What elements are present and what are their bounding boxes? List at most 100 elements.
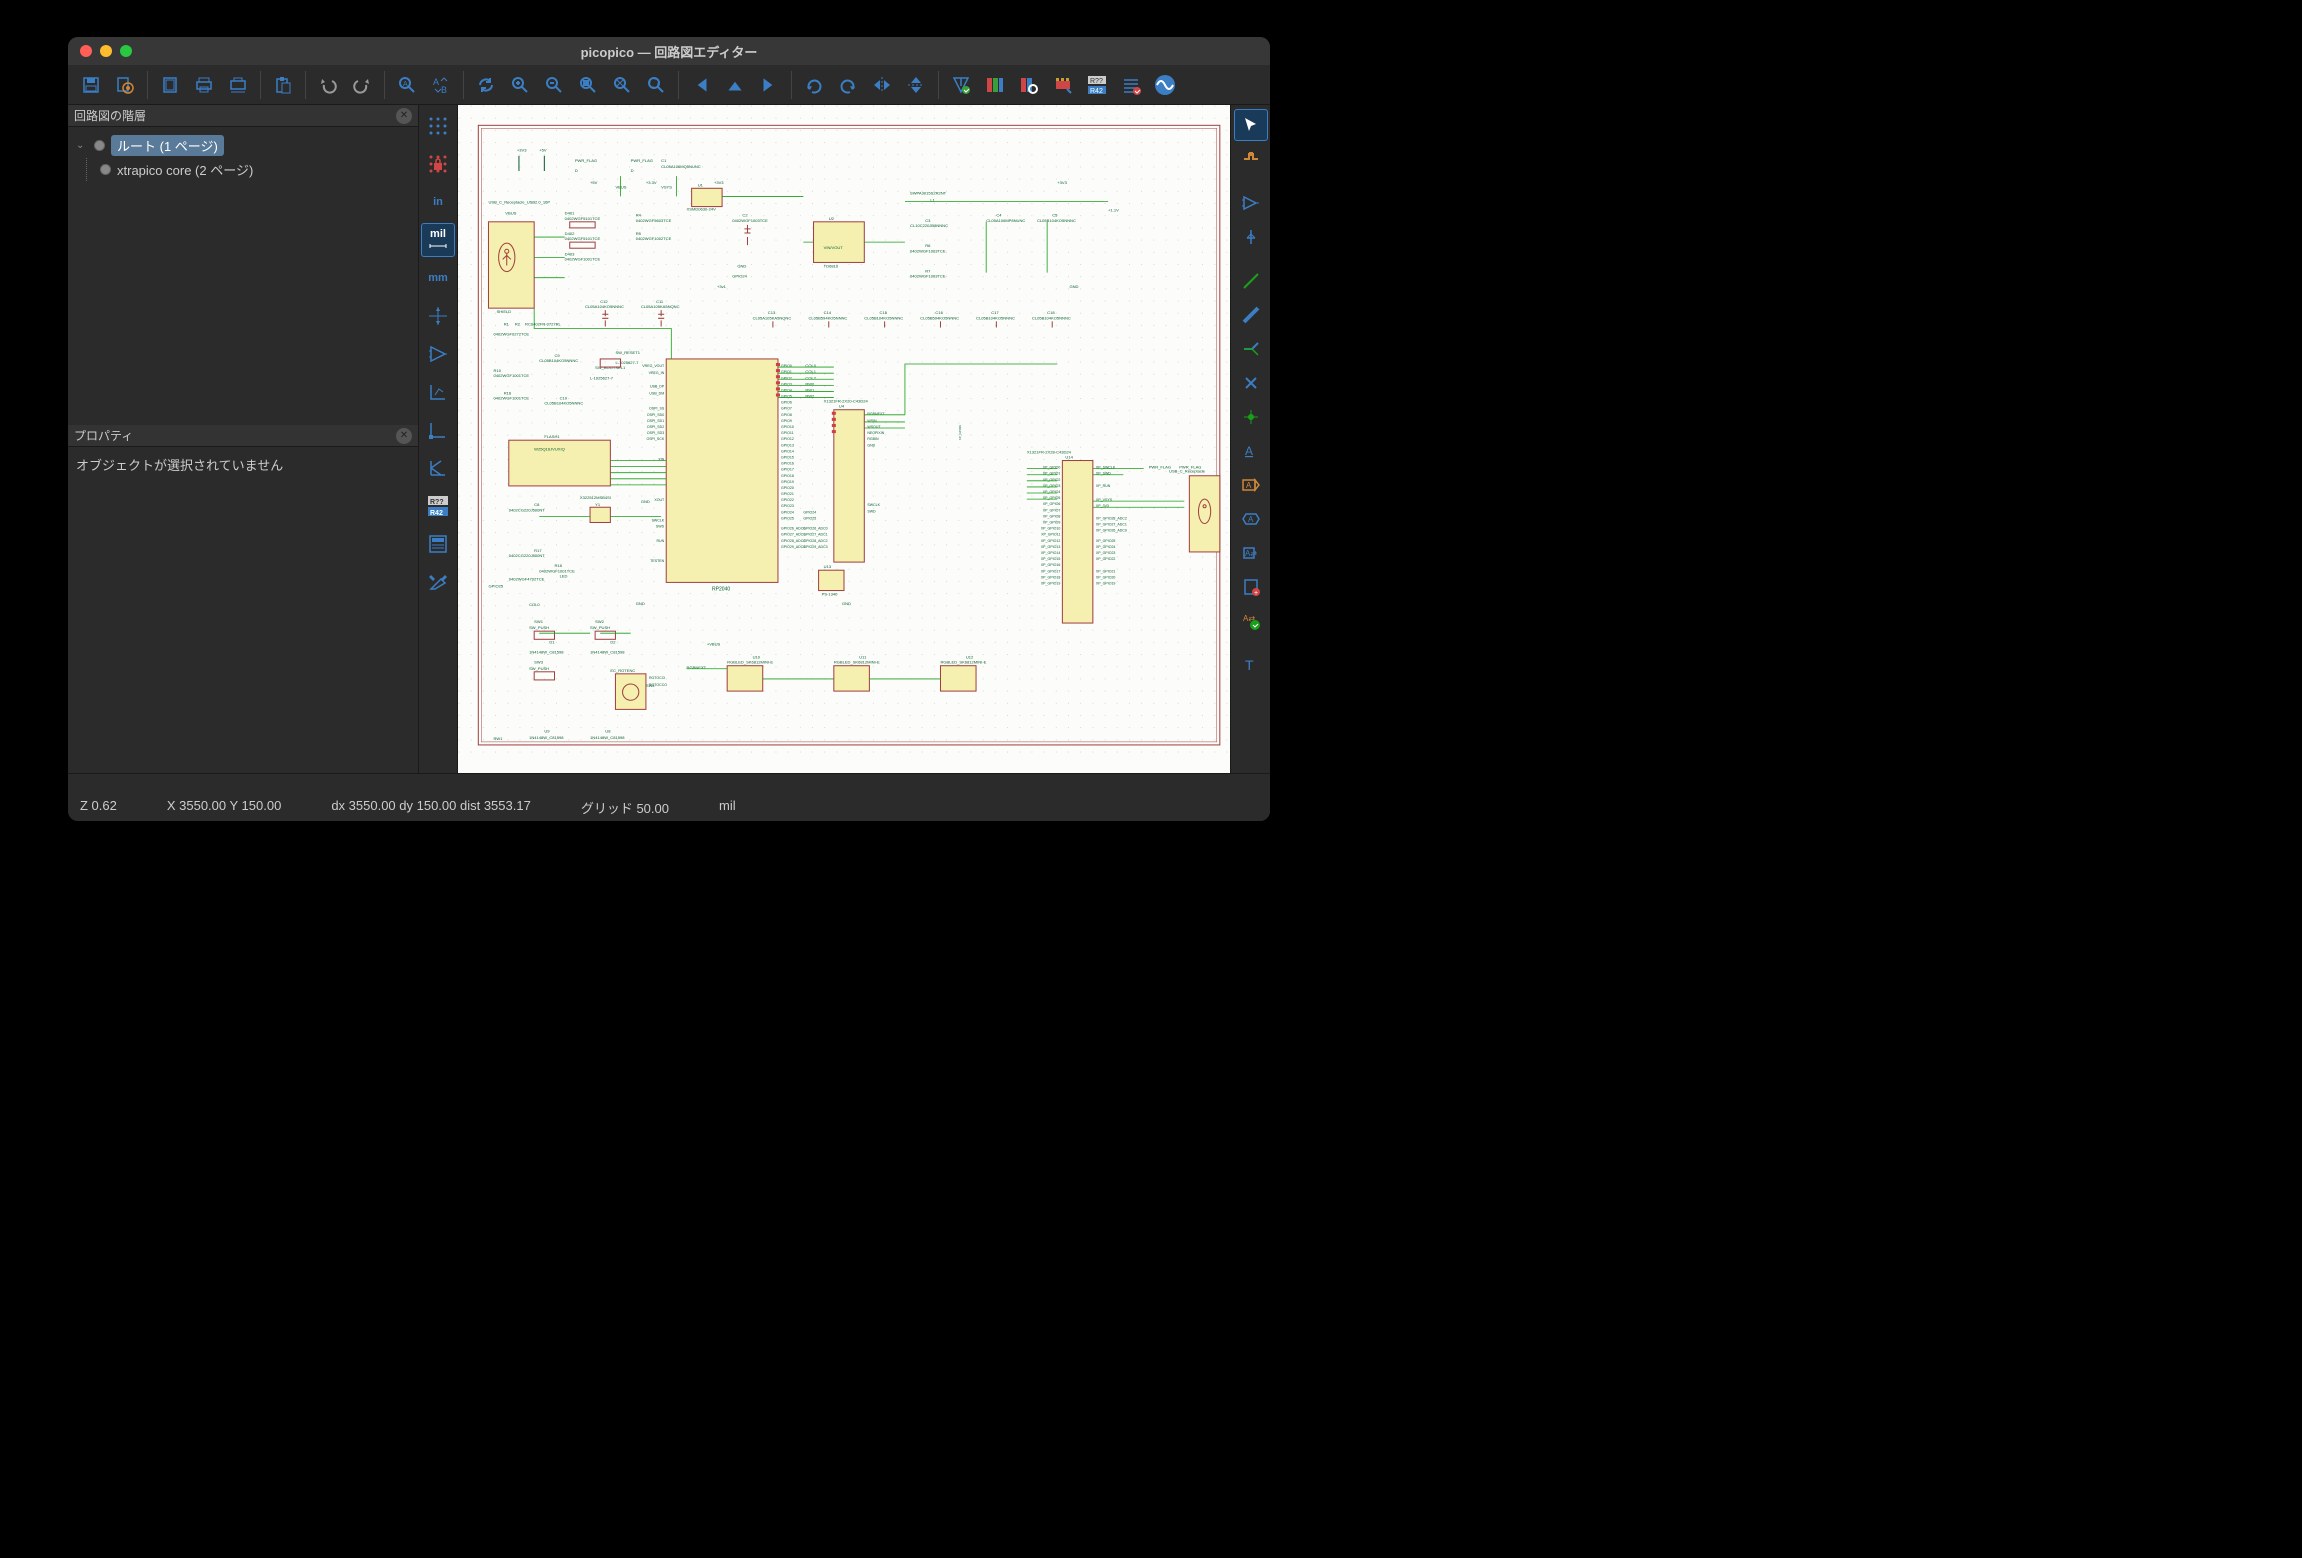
svg-text:+VBUS: +VBUS bbox=[707, 641, 721, 646]
tools-wrench-icon[interactable] bbox=[421, 565, 455, 599]
svg-text:GPIO15: GPIO15 bbox=[781, 455, 794, 459]
svg-text:GPIO28_ADC2: GPIO28_ADC2 bbox=[803, 539, 827, 543]
redo-icon[interactable] bbox=[347, 70, 377, 100]
svg-text:GND: GND bbox=[636, 601, 645, 606]
hierarchy-close-icon[interactable]: ✕ bbox=[396, 108, 412, 124]
nav-forward-icon[interactable] bbox=[754, 70, 784, 100]
svg-text:XP_GPIO19: XP_GPIO19 bbox=[1096, 581, 1116, 585]
grid-lock-icon[interactable] bbox=[421, 147, 455, 181]
svg-text:U9: U9 bbox=[544, 729, 550, 734]
axis-k-icon[interactable] bbox=[421, 451, 455, 485]
axis-corner-icon[interactable] bbox=[421, 413, 455, 447]
schematic-canvas[interactable]: VBUS SHIELD USB_C_Receptacle_USB2.0_16P … bbox=[458, 105, 1230, 773]
opamp-icon[interactable] bbox=[421, 337, 455, 371]
tree-child-item[interactable]: xtrapico core (2 ページ) bbox=[72, 158, 414, 181]
zoom-out-icon[interactable] bbox=[539, 70, 569, 100]
svg-text:+3V3: +3V3 bbox=[714, 180, 724, 185]
svg-text:R??: R?? bbox=[430, 499, 444, 506]
hierarchy-panel: 回路図の階層 ✕ ⌄ ルート (1 ページ) xtrapico core (2 … bbox=[68, 105, 418, 425]
tree-expand-icon[interactable]: ⌄ bbox=[76, 140, 88, 151]
svg-text:FLASH1: FLASH1 bbox=[544, 434, 560, 439]
add-bus-icon[interactable] bbox=[1234, 299, 1268, 331]
nav-back-icon[interactable] bbox=[686, 70, 716, 100]
zoom-selection-icon[interactable] bbox=[641, 70, 671, 100]
print-icon[interactable] bbox=[189, 70, 219, 100]
zoom-in-icon[interactable] bbox=[505, 70, 535, 100]
footprint-assign-icon[interactable] bbox=[1048, 70, 1078, 100]
sym-browser-icon[interactable] bbox=[1014, 70, 1044, 100]
add-hier-label-icon[interactable]: A⇄ bbox=[1234, 537, 1268, 569]
add-power-icon[interactable] bbox=[1234, 221, 1268, 253]
svg-text:+3v1: +3v1 bbox=[717, 284, 727, 289]
add-label-icon[interactable]: A bbox=[1234, 435, 1268, 467]
tree-root-label: ルート (1 ページ) bbox=[111, 135, 224, 156]
add-wire-icon[interactable] bbox=[1234, 265, 1268, 297]
sheet-icon[interactable] bbox=[421, 527, 455, 561]
refresh-icon[interactable] bbox=[471, 70, 501, 100]
undo-icon[interactable] bbox=[313, 70, 343, 100]
tree-root-item[interactable]: ⌄ ルート (1 ページ) bbox=[72, 133, 414, 158]
status-dxy: dx 3550.00 dy 150.00 dist 3553.17 bbox=[331, 798, 531, 817]
zoom-object-icon[interactable] bbox=[607, 70, 637, 100]
svg-text:0402CG220J500NT: 0402CG220J500NT bbox=[509, 553, 546, 558]
nav-up-icon[interactable] bbox=[720, 70, 750, 100]
add-netclass-icon[interactable]: A bbox=[1234, 469, 1268, 501]
svg-text:GPIO9: GPIO9 bbox=[781, 419, 792, 423]
unit-mm-button[interactable]: mm bbox=[421, 261, 455, 295]
status-grid[interactable]: グリッド 50.00 bbox=[581, 798, 669, 817]
paste-icon[interactable] bbox=[268, 70, 298, 100]
page-settings-icon[interactable] bbox=[110, 70, 140, 100]
sync-pins-icon[interactable]: A⇄ bbox=[1234, 605, 1268, 637]
svg-text:GPIO25: GPIO25 bbox=[488, 583, 503, 588]
simulator-icon[interactable] bbox=[1150, 70, 1180, 100]
svg-text:Y1: Y1 bbox=[595, 502, 601, 507]
page-icon[interactable] bbox=[155, 70, 185, 100]
maximize-window-button[interactable] bbox=[120, 45, 132, 57]
annotate-ref-icon[interactable]: R??R42 bbox=[421, 489, 455, 523]
find-replace-icon[interactable]: AB bbox=[426, 70, 456, 100]
bom-icon[interactable] bbox=[1116, 70, 1146, 100]
add-noconnect-icon[interactable] bbox=[1234, 367, 1268, 399]
add-symbol-icon[interactable] bbox=[1234, 187, 1268, 219]
rotate-cw-icon[interactable] bbox=[833, 70, 863, 100]
save-icon[interactable] bbox=[76, 70, 106, 100]
add-sheet-icon[interactable]: + bbox=[1234, 571, 1268, 603]
svg-text:GND: GND bbox=[842, 601, 851, 606]
add-bus-entry-icon[interactable] bbox=[1234, 333, 1268, 365]
svg-text:GPIO24: GPIO24 bbox=[781, 510, 794, 514]
add-global-label-icon[interactable]: A bbox=[1234, 503, 1268, 535]
close-window-button[interactable] bbox=[80, 45, 92, 57]
erc-icon[interactable] bbox=[946, 70, 976, 100]
cursor-full-icon[interactable] bbox=[421, 299, 455, 333]
mirror-h-icon[interactable] bbox=[867, 70, 897, 100]
rotate-ccw-icon[interactable] bbox=[799, 70, 829, 100]
svg-text:OSPI_SD0: OSPI_SD0 bbox=[647, 413, 664, 417]
unit-in-button[interactable]: in bbox=[421, 185, 455, 219]
mirror-v-icon[interactable] bbox=[901, 70, 931, 100]
properties-close-icon[interactable]: ✕ bbox=[396, 428, 412, 444]
svg-text:0402WGF1003TCE: 0402WGF1003TCE bbox=[910, 274, 946, 279]
svg-text:CL05B594KO5NNNC: CL05B594KO5NNNC bbox=[808, 315, 847, 320]
svg-text:XP_GPIO15: XP_GPIO15 bbox=[1041, 557, 1061, 561]
svg-text:D1: D1 bbox=[549, 639, 555, 644]
minimize-window-button[interactable] bbox=[100, 45, 112, 57]
find-icon[interactable]: A bbox=[392, 70, 422, 100]
unit-mil-button[interactable]: mil bbox=[421, 223, 455, 257]
add-junction-icon[interactable] bbox=[1234, 401, 1268, 433]
add-text-icon[interactable]: T bbox=[1234, 649, 1268, 681]
select-icon[interactable] bbox=[1234, 109, 1268, 141]
zoom-fit-icon[interactable] bbox=[573, 70, 603, 100]
annotate-icon[interactable]: R??R42 bbox=[1082, 70, 1112, 100]
svg-text:T: T bbox=[1245, 657, 1254, 673]
svg-text:VSYS: VSYS bbox=[661, 184, 672, 189]
highlight-net-icon[interactable] bbox=[1234, 143, 1268, 175]
plot-icon[interactable] bbox=[223, 70, 253, 100]
axis-l-icon[interactable] bbox=[421, 375, 455, 409]
svg-text:XP_GPIO0: XP_GPIO0 bbox=[958, 425, 962, 440]
sym-editor-icon[interactable] bbox=[980, 70, 1010, 100]
svg-text:SW1: SW1 bbox=[534, 619, 544, 624]
svg-text:RGBLED_SK6812MINI-E: RGBLED_SK6812MINI-E bbox=[940, 660, 986, 665]
grid-dots-icon[interactable] bbox=[421, 109, 455, 143]
status-unit[interactable]: mil bbox=[719, 798, 736, 817]
svg-text:SW_PUSH: SW_PUSH bbox=[590, 625, 610, 630]
